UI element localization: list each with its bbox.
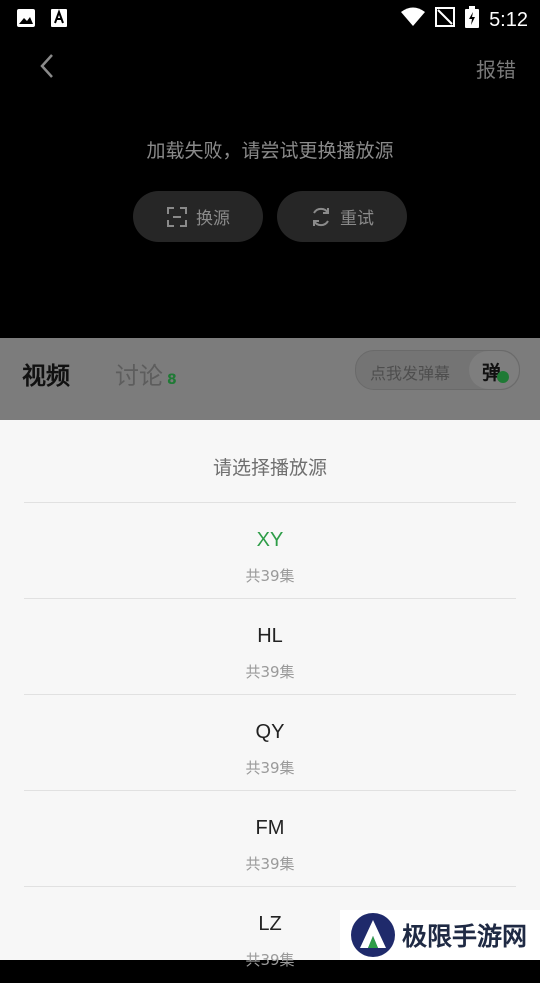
danmu-input-bar[interactable]: 点我发弹幕 弹 — [355, 350, 520, 390]
source-name: QY — [255, 721, 285, 743]
tab-discuss[interactable]: 讨论 8 — [115, 356, 177, 391]
switch-source-label: 换源 — [196, 209, 230, 229]
discuss-count-badge: 8 — [167, 372, 177, 388]
switch-source-icon — [167, 206, 187, 227]
source-name: HL — [257, 625, 283, 647]
source-episodes: 共39集 — [245, 855, 295, 873]
site-logo-icon — [351, 913, 395, 957]
refresh-icon — [313, 207, 329, 226]
tab-video[interactable]: 视频 — [22, 356, 70, 391]
source-name: XY — [256, 529, 284, 551]
check-icon — [497, 371, 509, 383]
retry-button[interactable]: 重试 — [277, 191, 407, 242]
no-signal-icon — [435, 7, 456, 33]
source-episodes: 共39集 — [245, 567, 295, 585]
tab-discuss-label: 讨论 — [115, 362, 163, 390]
source-picker-sheet: 请选择播放源 XY 共39集 HL 共39集 QY 共39集 FM 共39集 L… — [0, 420, 540, 969]
danmu-placeholder: 点我发弹幕 — [370, 364, 451, 383]
source-item-xy[interactable]: XY 共39集 — [24, 503, 516, 599]
report-error-button[interactable]: 报错 — [476, 54, 516, 83]
sheet-title: 请选择播放源 — [212, 457, 327, 479]
chevron-left-icon — [40, 54, 53, 78]
load-error-message: 加载失败，请尝试更换播放源 — [146, 140, 394, 162]
source-name: FM — [255, 817, 285, 839]
status-time: 5:12 — [489, 8, 528, 31]
source-episodes: 共39集 — [245, 663, 295, 681]
battery-icon — [465, 6, 480, 34]
status-bar: 5:12 — [0, 0, 540, 36]
source-item-qy[interactable]: QY 共39集 — [24, 695, 516, 791]
wifi-icon — [401, 7, 426, 33]
watermark-text: 极限手游网 — [402, 922, 528, 951]
retry-label: 重试 — [340, 209, 374, 229]
switch-source-button[interactable]: 换源 — [133, 191, 263, 242]
image-notification-icon — [16, 8, 36, 32]
tab-bar: 视频 讨论 8 点我发弹幕 弹 — [0, 338, 540, 420]
tab-video-label: 视频 — [22, 362, 70, 390]
text-notification-icon — [50, 8, 68, 32]
video-player: 报错 加载失败，请尝试更换播放源 换源 重试 — [0, 36, 540, 338]
watermark: 极限手游网 — [340, 910, 540, 960]
source-episodes: 共39集 — [245, 759, 295, 777]
danmu-toggle[interactable]: 弹 — [469, 351, 519, 389]
source-item-hl[interactable]: HL 共39集 — [24, 599, 516, 695]
back-button[interactable] — [36, 52, 60, 80]
source-item-fm[interactable]: FM 共39集 — [24, 791, 516, 887]
